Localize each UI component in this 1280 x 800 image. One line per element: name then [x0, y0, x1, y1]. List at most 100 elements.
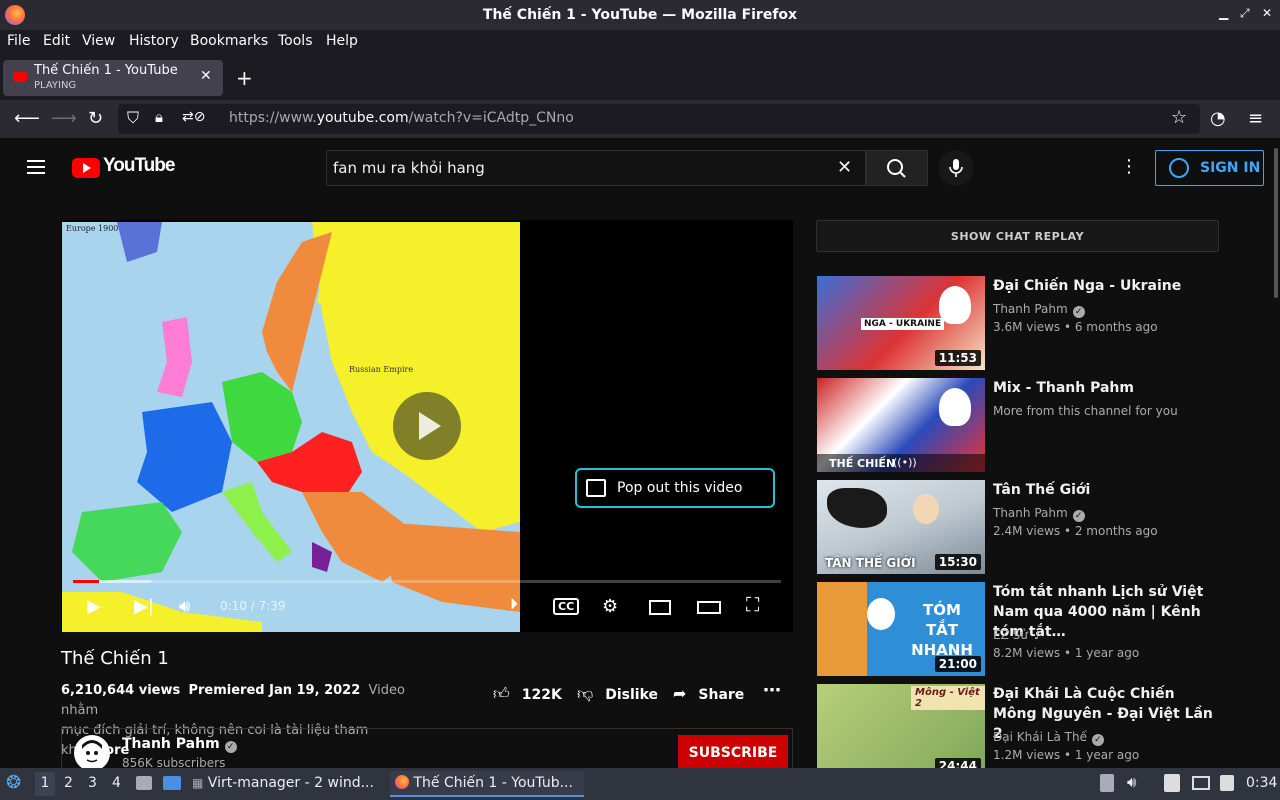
channel-name[interactable]: Thanh Pahm ✓: [122, 736, 237, 753]
sign-in-label: SIGN IN: [1200, 160, 1261, 176]
workspace-1[interactable]: 1: [35, 772, 55, 796]
sign-in-button[interactable]: SIGN IN: [1155, 150, 1264, 186]
thumbnail-text: TÓM TẮT NHANH: [911, 601, 973, 659]
voice-search-button[interactable]: [938, 150, 974, 186]
play-icon[interactable]: ▶: [87, 596, 101, 617]
more-actions-icon[interactable]: ⋯: [763, 680, 781, 701]
tab-playing-label: PLAYING: [34, 80, 77, 91]
menu-edit[interactable]: Edit: [43, 33, 70, 49]
bookmark-star-icon[interactable]: ☆: [1171, 107, 1187, 128]
recommended-video[interactable]: TÂN THẾ GIỚI 15:30 Tân Thế Giới Thanh Pa…: [816, 480, 1220, 576]
large-play-button[interactable]: [393, 392, 461, 460]
video-meta: 3.6M views • 6 months ago: [993, 320, 1158, 334]
fullscreen-icon[interactable]: ⛶: [746, 594, 759, 616]
menu-history[interactable]: History: [129, 33, 179, 49]
task-label: Thế Chiến 1 - YouTub...: [413, 775, 573, 791]
file-manager-icon[interactable]: [136, 776, 152, 790]
app-menu-icon[interactable]: ≡: [1248, 108, 1263, 129]
settings-gear-icon[interactable]: ⚙: [602, 596, 618, 617]
menu-bookmarks[interactable]: Bookmarks: [190, 33, 268, 49]
video-channel[interactable]: Thanh Pahm ✓: [993, 302, 1085, 318]
menu-tools[interactable]: Tools: [278, 33, 313, 49]
task-virt-manager[interactable]: ▦ Virt-manager - 2 wind...: [192, 771, 384, 797]
workspace-4[interactable]: 4: [112, 775, 121, 791]
task-firefox[interactable]: Thế Chiến 1 - YouTub...: [390, 771, 584, 797]
video-title[interactable]: Mix - Thanh Pahm: [993, 378, 1213, 398]
share-button[interactable]: ➦ Share: [673, 684, 744, 703]
recommended-video[interactable]: Mông - Việt 2 24:44 Đại Khái Là Cuộc Chi…: [816, 684, 1220, 768]
close-tab-icon[interactable]: ✕: [200, 68, 212, 84]
clear-search-icon[interactable]: ✕: [837, 157, 852, 178]
video-title[interactable]: Đại Chiến Nga - Ukraine: [993, 276, 1213, 296]
recommended-video[interactable]: TÓM TẮT NHANH 21:00 Tóm tắt nhanh Lịch s…: [816, 582, 1220, 678]
page-scrollbar[interactable]: [1272, 138, 1280, 768]
youtube-logo-text[interactable]: YouTube: [103, 155, 175, 177]
search-box[interactable]: ✕: [326, 150, 866, 186]
workspace-2[interactable]: 2: [64, 775, 73, 791]
menu-view[interactable]: View: [82, 33, 115, 49]
url-text[interactable]: https://www.youtube.com/watch?v=iCAdtp_C…: [229, 110, 574, 126]
maximize-button[interactable]: ⤢: [1240, 6, 1250, 21]
permissions-icon[interactable]: ⇄⊘: [182, 109, 205, 125]
show-chat-replay-button[interactable]: SHOW CHAT REPLAY: [816, 220, 1219, 252]
battery-icon[interactable]: [1220, 775, 1234, 791]
desktop-icon[interactable]: [163, 776, 181, 790]
extension-icon[interactable]: ◔: [1210, 108, 1226, 129]
dislike-button[interactable]: 👎︎ Dislike: [577, 684, 658, 704]
captions-icon[interactable]: CC: [553, 598, 580, 615]
video-channel[interactable]: EZ Sử ♪: [993, 628, 1042, 642]
tab-youtube[interactable]: Thế Chiến 1 - YouTube PLAYING ✕: [3, 60, 223, 96]
search-input[interactable]: [333, 157, 823, 179]
network-icon[interactable]: [1192, 776, 1210, 790]
clipboard-icon[interactable]: [1100, 774, 1114, 792]
youtube-logo-icon[interactable]: [72, 158, 100, 178]
menu-file[interactable]: File: [7, 33, 30, 49]
progress-bar[interactable]: [73, 580, 781, 583]
mix-thumbnail[interactable]: THẾ CHIẾN ((•)): [817, 378, 985, 472]
video-channel[interactable]: Thanh Pahm ✓: [993, 506, 1085, 522]
start-menu-icon[interactable]: ❂: [6, 772, 21, 793]
like-button[interactable]: 👍︎ 122K: [493, 684, 562, 704]
video-title[interactable]: Tân Thế Giới: [993, 480, 1213, 500]
scrollbar-thumb[interactable]: [1274, 148, 1278, 298]
miniplayer-icon[interactable]: [649, 600, 671, 615]
subscribe-button[interactable]: SUBSCRIBE: [678, 735, 788, 768]
next-icon[interactable]: ▶︎|: [134, 596, 154, 617]
address-bar[interactable]: ⛉ 🔒︎ ⇄⊘ https://www.youtube.com/watch?v=…: [118, 104, 1200, 134]
video-thumbnail[interactable]: TÂN THẾ GIỚI 15:30: [817, 480, 985, 574]
search-button[interactable]: [866, 150, 928, 186]
guide-menu-icon[interactable]: [27, 160, 45, 174]
subscriber-count: 856K subscribers: [122, 756, 226, 768]
video-thumbnail[interactable]: Mông - Việt 2 24:44: [817, 684, 985, 768]
minimize-button[interactable]: ▁: [1219, 6, 1228, 20]
tab-title: Thế Chiến 1 - YouTube: [34, 63, 178, 78]
video-meta: 8.2M views • 1 year ago: [993, 646, 1140, 660]
volume-icon[interactable]: 🔊︎: [179, 596, 190, 617]
shield-icon[interactable]: ⛉: [127, 108, 139, 128]
new-tab-button[interactable]: +: [236, 66, 253, 90]
video-channel[interactable]: Đại Khái Là Thế ✓: [993, 730, 1104, 746]
volume-tray-icon[interactable]: 🔊︎: [1127, 773, 1136, 791]
forward-arrow-icon[interactable]: ⟶: [51, 108, 77, 129]
settings-more-icon[interactable]: ⋮: [1120, 156, 1138, 177]
workspace-3[interactable]: 3: [88, 775, 97, 791]
autoplay-toggle-icon[interactable]: ⏵: [510, 594, 518, 614]
back-arrow-icon[interactable]: ⟵: [14, 108, 40, 129]
menu-help[interactable]: Help: [326, 33, 358, 49]
lock-icon[interactable]: 🔒︎: [155, 108, 163, 126]
close-window-button[interactable]: ✕: [1262, 6, 1272, 20]
video-thumbnail[interactable]: NGA - UKRAINE 11:53: [817, 276, 985, 370]
channel-avatar[interactable]: [74, 735, 110, 768]
notes-icon[interactable]: [1164, 774, 1180, 792]
recommended-mix[interactable]: THẾ CHIẾN ((•)) Mix - Thanh Pahm More fr…: [816, 378, 1220, 474]
video-thumbnail[interactable]: TÓM TẮT NHANH 21:00: [817, 582, 985, 676]
virt-manager-icon: ▦: [192, 776, 204, 790]
window-titlebar: Thế Chiến 1 - YouTube — Mozilla Firefox …: [0, 0, 1280, 30]
reload-icon[interactable]: ↻: [88, 108, 103, 129]
clock[interactable]: 0:34: [1246, 775, 1277, 791]
verified-icon: ✓: [1072, 306, 1085, 318]
recommended-video[interactable]: NGA - UKRAINE 11:53 Đại Chiến Nga - Ukra…: [816, 276, 1220, 372]
pop-out-video-button[interactable]: Pop out this video: [575, 468, 775, 508]
video-player[interactable]: Europe 1900 Russian Empire Pop out this …: [61, 220, 793, 632]
theater-mode-icon[interactable]: [697, 601, 721, 614]
